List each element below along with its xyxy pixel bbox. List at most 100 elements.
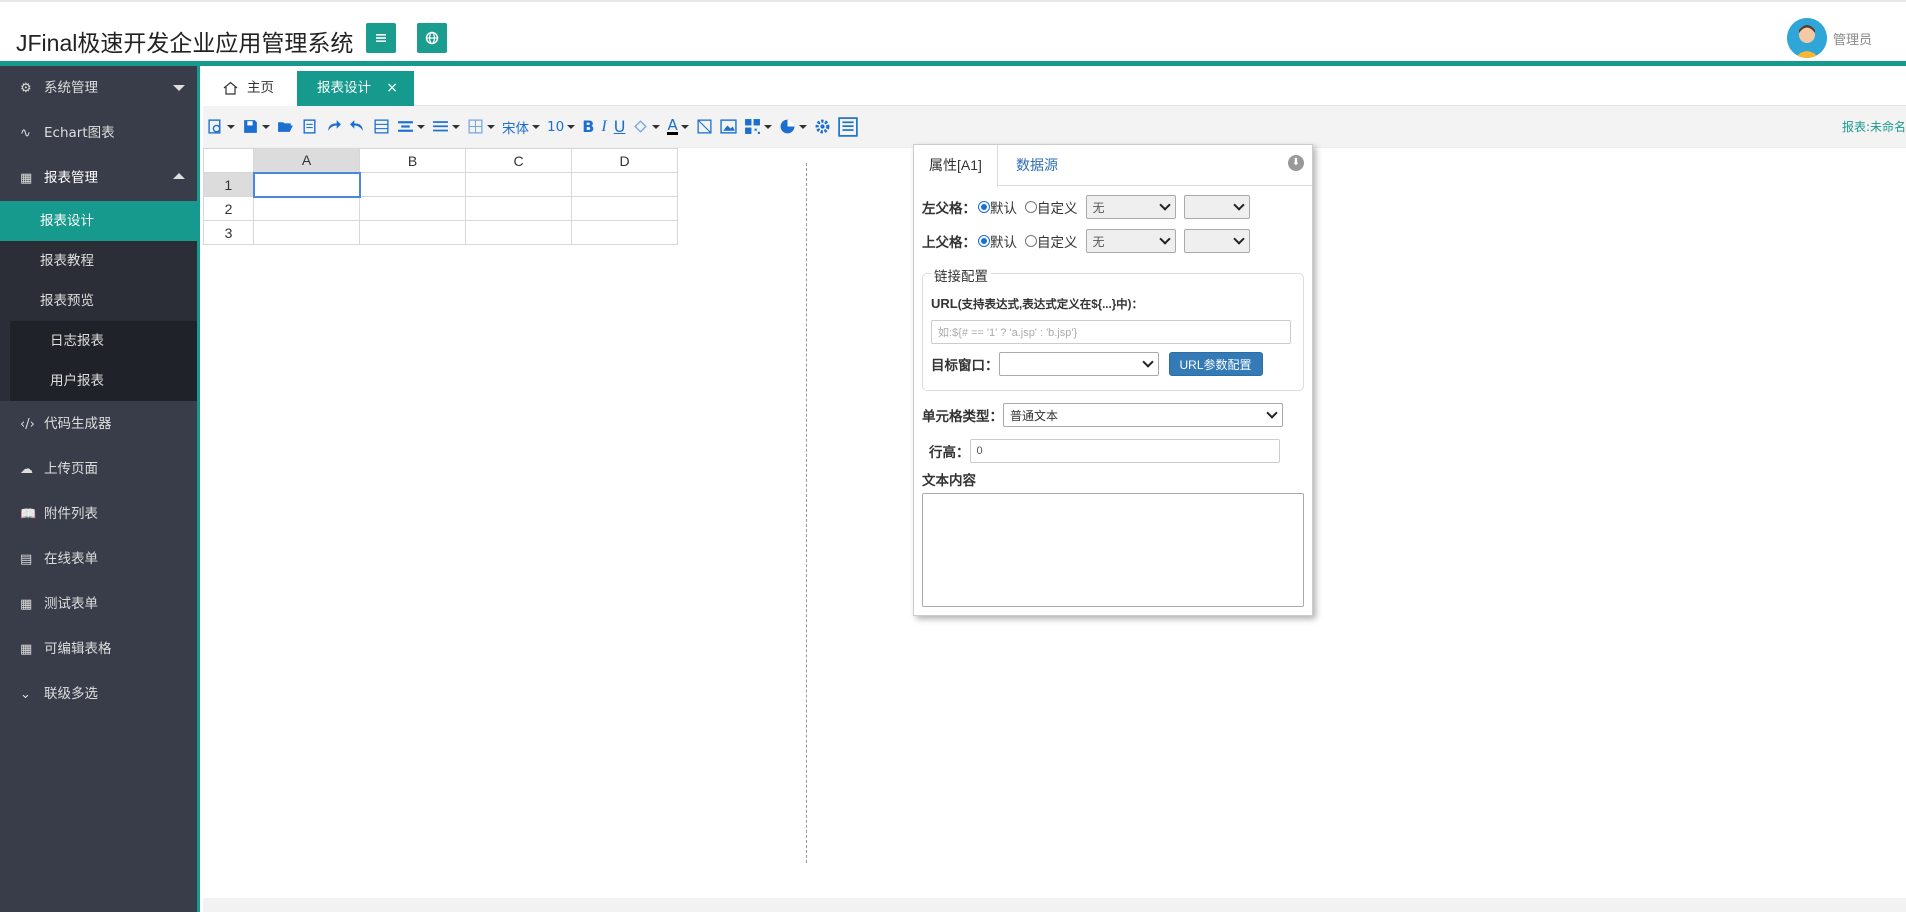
font-color-button[interactable]: A [667,116,689,138]
select-value: 无 [1092,200,1105,215]
cell-a2[interactable] [253,196,360,221]
bold-icon: B [582,117,595,136]
sidebar-item-codegen[interactable]: ‹/› 代码生成器 [0,402,197,447]
link-config-legend: 链接配置 [931,265,991,285]
settings-button[interactable] [814,116,831,138]
sidebar-item-report-design[interactable]: 报表设计 [0,201,197,241]
font-family-select[interactable]: 宋体 [502,116,540,138]
column-header[interactable]: A [253,148,360,173]
cell-d2[interactable] [571,196,678,221]
cell-d3[interactable] [571,220,678,245]
clear-format-button[interactable] [696,116,713,138]
globe-button[interactable] [417,23,447,53]
cell-type-select[interactable]: 普通文本 [1003,403,1283,427]
list-icon [837,116,858,137]
url-input[interactable]: 如:${# == '1' ? 'a.jsp' : 'b.jsp'} [931,320,1291,344]
left-parent-custom-radio[interactable]: 自定义 [1025,197,1078,217]
tab-property[interactable]: 属性[A1] [914,145,998,187]
menu-toggle-button[interactable] [366,23,396,53]
close-icon[interactable]: × [386,71,398,106]
column-header[interactable]: B [359,148,466,173]
sidebar-item-system[interactable]: ⚙ 系统管理 [0,66,197,111]
cell-b2[interactable] [359,196,466,221]
tab-datasource[interactable]: 数据源 [1001,145,1073,186]
align-center-button[interactable] [397,116,425,138]
row-height-row: 行高： 0 [929,439,1280,463]
spreadsheet-grid[interactable]: A B C D 1 2 3 [203,148,678,245]
underline-button[interactable]: U [614,116,626,138]
url-label: URL [931,296,958,311]
row-height-input[interactable]: 0 [969,439,1280,463]
url-param-config-button[interactable]: URL参数配置 [1168,352,1263,376]
save-icon [244,120,257,133]
fill-color-button[interactable] [632,116,661,138]
cell-b1[interactable] [359,172,466,197]
italic-button[interactable]: I [601,116,606,138]
merge-cells-button[interactable] [373,116,390,138]
corner-cell[interactable] [203,148,254,173]
avatar[interactable] [1786,18,1827,58]
tab-home[interactable]: 主页 [203,71,297,106]
row-header[interactable]: 1 [203,172,254,197]
sidebar-item-upload[interactable]: ☁ 上传页面 [0,447,197,492]
bold-button[interactable]: B [582,116,594,138]
target-window-select[interactable] [998,352,1159,376]
font-size-select[interactable]: 10 [547,116,576,138]
sidebar-item-editable-table[interactable]: ▦ 可编辑表格 [0,627,197,672]
column-header[interactable]: D [571,148,678,173]
text-content-textarea[interactable] [922,493,1304,607]
properties-panel-button[interactable] [837,116,858,138]
column-header[interactable]: C [465,148,572,173]
row-header[interactable]: 2 [203,196,254,221]
top-parent-default-radio[interactable]: 默认 [978,231,1017,251]
left-parent-default-radio[interactable]: 默认 [978,197,1017,217]
tab-report-design[interactable]: 报表设计 × [297,71,414,106]
sidebar-item-echart[interactable]: ∿ Echart图表 [0,111,197,156]
cell-b3[interactable] [359,220,466,245]
undo-button[interactable] [349,116,366,138]
collapse-icon[interactable]: ⬇ [1288,155,1304,171]
sidebar-item-report-tutorial[interactable]: 报表教程 [0,241,197,281]
sidebar-item-user-report[interactable]: 用户报表 [10,361,197,401]
sidebar-item-log-report[interactable]: 日志报表 [10,321,197,361]
horizontal-scrollbar[interactable] [203,898,1906,912]
left-parent-select[interactable]: 无 [1085,195,1176,219]
sidebar-item-label: 报表管理 [44,170,98,186]
sidebar-item-test-form[interactable]: ▦ 测试表单 [0,582,197,627]
qrcode-button[interactable] [744,116,772,138]
top-parent-custom-radio[interactable]: 自定义 [1025,231,1078,251]
editor-toolbar: 宋体 10 B I U A 报表:未命名 [203,106,1906,148]
page-boundary-line [806,163,807,863]
sidebar-item-label: 报表预览 [40,293,94,309]
redo-button[interactable] [325,116,342,138]
cell-c2[interactable] [465,196,572,221]
cell-a3[interactable] [253,220,360,245]
insert-image-button[interactable] [720,116,737,138]
border-button[interactable] [467,116,495,138]
user-menu[interactable]: 管理员 [1786,18,1872,58]
qrcode-icon [744,119,760,134]
cell-c1[interactable] [465,172,572,197]
align-justify-button[interactable] [432,116,460,138]
sidebar-item-report-preview[interactable]: 报表预览 [0,281,197,321]
left-parent-row: 左父格： 默认 自定义 无 [922,195,1250,219]
open-button[interactable] [277,116,294,138]
sidebar-item-online-form[interactable]: ▤ 在线表单 [0,537,197,582]
top-parent-select[interactable]: 无 [1085,229,1176,253]
top-parent-cell-select[interactable] [1183,229,1250,253]
chart-button[interactable] [779,116,807,138]
sidebar-item-attachments[interactable]: 📖 附件列表 [0,492,197,537]
user-name[interactable]: 管理员 [1833,29,1872,48]
save-button[interactable] [242,116,270,138]
sidebar-item-cascade-select[interactable]: ⌄ 联级多选 [0,672,197,717]
cell-a1[interactable] [252,171,361,198]
preview-button[interactable] [207,116,235,138]
app-title: JFinal极速开发企业应用管理系统 [16,30,354,56]
sidebar-item-report[interactable]: ▦ 报表管理 [0,156,197,201]
row-header[interactable]: 3 [203,220,254,245]
left-parent-cell-select[interactable] [1183,195,1250,219]
import-button[interactable] [301,116,318,138]
row-height-label: 行高： [929,445,970,460]
cell-d1[interactable] [571,172,678,197]
cell-c3[interactable] [465,220,572,245]
